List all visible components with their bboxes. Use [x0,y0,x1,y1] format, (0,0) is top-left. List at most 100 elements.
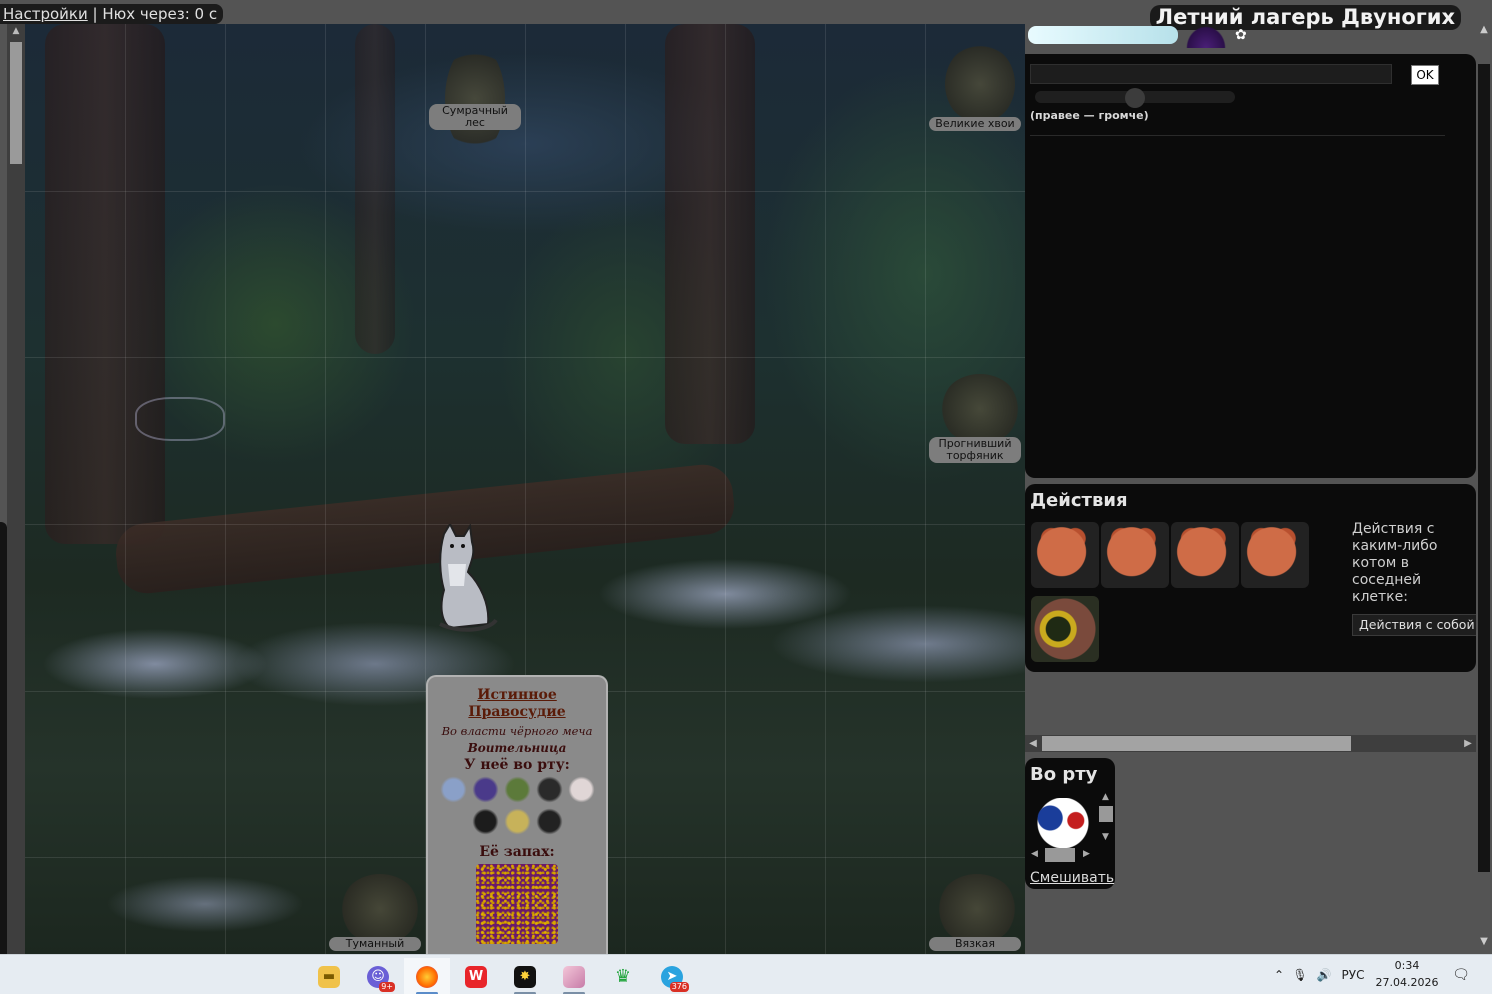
crow-icon[interactable] [470,807,500,836]
clock-date: 27.04.2026 [1375,976,1439,989]
magpie-icon[interactable] [534,807,564,836]
actions-panel: Действия Действия с каким-либо котом в с… [1025,484,1482,672]
firefox-icon[interactable] [404,958,450,994]
horizontal-scrollbar-thumb[interactable] [1042,736,1351,751]
wps-office-icon[interactable]: W [453,958,499,994]
scroll-up-arrow-icon[interactable]: ▲ [1476,24,1492,35]
telegram-icon[interactable]: ➤ 376 [649,958,695,994]
sniff-timer: Нюх через: 0 с [102,5,218,23]
hissing-cat-icon[interactable] [1101,522,1169,588]
scroll-right-arrow-icon[interactable]: ▶ [1460,735,1476,752]
file-explorer-icon[interactable]: ▬ [306,958,352,994]
transition-vyazkaya-label[interactable]: Вязкая [929,937,1021,951]
grid-line [925,24,926,954]
page-scrollbar[interactable]: ▲ ▼ [1476,24,1492,954]
cat-mouth-items [428,773,606,838]
transition-vyazkaya-icon[interactable] [937,874,1017,944]
page-scrollbar-thumb[interactable] [1478,64,1490,872]
blue-pouch-icon[interactable] [470,775,500,804]
cat-smell-heading: Её запах: [479,844,555,860]
cat-rank: Воительница [467,741,567,755]
transition-prognivshiy-icon[interactable] [940,374,1020,444]
mouth-vertical-scrollbar[interactable]: ▲ ▼ [1099,792,1113,850]
game-field[interactable]: Сумрачный лес Великие хвои Прогнивший то… [25,24,1025,954]
settings-link[interactable]: Настройки [3,5,88,23]
left-edge-decoration [0,522,7,954]
crown-app-icon[interactable]: ♛ [600,958,646,994]
sparkle-app-icon[interactable]: ✸ [502,958,548,994]
chevron-up-icon[interactable]: ⌃ [1270,968,1288,982]
cat-name-link[interactable]: Истинное Правосудие [428,687,606,721]
chat-input[interactable] [1030,64,1392,84]
discord-icon[interactable]: ☺ 9+ [355,958,401,994]
scroll-left-arrow-icon[interactable]: ◀ [1031,849,1038,859]
tree-trunk [355,24,395,354]
transition-tumanny-label[interactable]: Туманный [329,937,421,951]
field-scrollbar[interactable]: ▲ [7,24,25,954]
digging-cat-icon[interactable] [1171,522,1239,588]
notification-icon[interactable]: 🗨 [1450,955,1472,994]
grid-line [25,524,1025,525]
cat-mask-icon[interactable] [438,775,468,804]
microphone-icon[interactable]: 🎙 [1288,968,1312,982]
crouching-cat-icon[interactable] [1241,522,1309,588]
transition-sumrachny-icon[interactable] [445,44,505,154]
windows-taskbar: ▬ ☺ 9+ W ✸ ♛ ➤ 376 ⌃ 🎙 🔊 РУС 0:34 27.04.… [0,954,1492,994]
grid-line [125,24,126,954]
moon-phase-icon [1186,26,1226,48]
cat-mouth-heading: У неё во рту: [464,757,570,773]
chat-ok-button[interactable]: OK [1411,65,1439,85]
mouth-vertical-thumb[interactable] [1099,806,1113,822]
white-cat-icon[interactable] [566,775,596,804]
daisy-icon: ✿ [1235,27,1247,43]
kitsune-mask-icon[interactable] [1031,798,1095,848]
anime-app-icon[interactable] [551,958,597,994]
tree-trunk [665,24,755,444]
cat-info-card: Истинное Правосудие Во власти чёрного ме… [426,675,608,954]
yellow-bird-icon[interactable] [502,807,532,836]
volume-hint: (правее — громче) [1030,109,1149,122]
black-cat-icon[interactable] [534,775,564,804]
player-cat-sprite[interactable] [430,524,500,634]
mix-link[interactable]: Смешивать [1030,870,1114,886]
scroll-up-arrow-icon[interactable]: ▲ [1102,792,1109,802]
scroll-down-arrow-icon[interactable]: ▼ [1476,936,1492,947]
grid-line [25,357,1025,358]
herb-bundle-icon[interactable] [502,775,532,804]
scroll-down-arrow-icon[interactable]: ▼ [1102,832,1109,842]
grid-line [725,24,726,954]
mouth-title: Во рту [1030,764,1098,785]
horizontal-scrollbar[interactable]: ◀ ▶ [1025,735,1476,752]
mouth-horizontal-scrollbar[interactable]: ◀ ▶ [1029,848,1095,862]
swamp-eye-icon[interactable] [1031,596,1099,662]
volume-slider-thumb[interactable] [1125,88,1145,108]
speaker-icon[interactable]: 🔊 [1312,968,1336,982]
transition-sumrachny-label[interactable]: Сумрачный лес [429,104,521,130]
transition-prognivshiy-label[interactable]: Прогнивший торфяник [929,437,1021,463]
grid-line [825,24,826,954]
chat-divider [1030,135,1445,136]
mouth-horizontal-thumb[interactable] [1045,848,1075,862]
transition-tumanny-icon[interactable] [340,874,420,944]
actions-title: Действия [1030,490,1128,511]
discord-badge: 9+ [379,982,395,992]
telegram-badge: 376 [669,982,689,992]
self-actions-button[interactable]: Действия с собой [1352,614,1482,636]
topbar-separator: | [92,5,98,23]
clock-time: 0:34 [1394,959,1420,972]
scroll-up-arrow-icon[interactable]: ▲ [7,24,25,38]
grid-line [225,24,226,954]
transition-velikie-label[interactable]: Великие хвои [929,117,1021,131]
system-tray: ⌃ 🎙 🔊 РУС [1270,955,1370,994]
field-scrollbar-thumb[interactable] [10,42,22,164]
transition-velikie-icon[interactable] [945,44,1015,124]
scroll-left-arrow-icon[interactable]: ◀ [1025,735,1041,752]
clock[interactable]: 0:34 27.04.2026 [1375,957,1439,991]
mouth-panel: Во рту ▲ ▼ ◀ ▶ Смешивать [1025,758,1115,889]
smell-pattern [476,864,558,944]
scroll-right-arrow-icon[interactable]: ▶ [1083,849,1090,859]
sleeping-cat-icon[interactable] [1031,522,1099,588]
chat-panel: OK (правее — громче) [1025,54,1476,478]
language-indicator[interactable]: РУС [1336,968,1370,982]
grid-line [625,24,626,954]
